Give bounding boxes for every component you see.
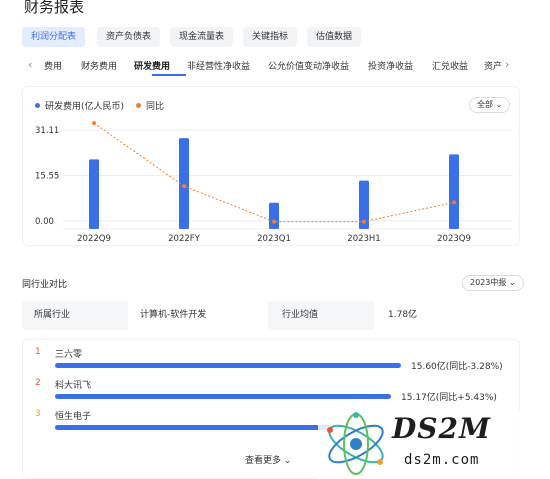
active-tab-indicator xyxy=(152,74,186,76)
yoy-point xyxy=(452,200,456,205)
yoy-point xyxy=(92,121,96,126)
report-period-label: 2023中报 xyxy=(470,278,507,287)
rd-expense-chart-card: 研发费用(亿人民币) 同比 全部 ⌄ 31.11 15.55 0.00 2022Q9 2… xyxy=(22,86,520,246)
company-name[interactable]: 恒生电子 xyxy=(55,409,91,422)
report-period-dropdown[interactable]: 2023中报 ⌄ xyxy=(462,275,524,291)
tab-fair-value-change[interactable]: 公允价值变动净收益 xyxy=(268,59,349,72)
chevron-down-icon: ⌄ xyxy=(508,278,516,287)
tab-cash-flow[interactable]: 现金流量表 xyxy=(170,27,234,47)
view-more-link[interactable]: 查看更多 ⌄ xyxy=(245,453,291,466)
watermark: DS2M ds2m.com xyxy=(318,410,550,479)
industry-comparison-title: 同行业对比 xyxy=(22,280,68,290)
industry-label: 所属行业 xyxy=(34,310,71,320)
tab-assets[interactable]: 资产 xyxy=(484,59,502,72)
tab-investment-income[interactable]: 投资净收益 xyxy=(368,59,413,72)
view-more-label: 查看更多 xyxy=(245,456,282,466)
ranking-bar xyxy=(55,394,391,399)
y-tick-label: 0.00 xyxy=(35,217,54,227)
company-name[interactable]: 科大讯飞 xyxy=(55,378,91,391)
company-name[interactable]: 三六零 xyxy=(55,347,82,360)
y-tick-label: 15.55 xyxy=(35,172,59,182)
bar xyxy=(449,154,459,229)
tab-rd-expense[interactable]: 研发费用 xyxy=(134,59,170,72)
ranking-value: 15.60亿(同比-3.28%) xyxy=(411,362,503,372)
page-title: 财务报表 xyxy=(24,0,85,16)
bar xyxy=(269,202,279,229)
watermark-url: ds2m.com xyxy=(404,452,480,468)
tab-income-distribution[interactable]: 利润分配表 xyxy=(22,27,86,47)
metric-tabs: ‹ 费用 财务费用 研发费用 非经营性净收益 公允价值变动净收益 投资净收益 汇… xyxy=(22,55,522,76)
ranking-value: 15.17亿(同比+5.43%) xyxy=(401,393,497,403)
x-tick-label: 2022Q9 xyxy=(77,234,111,244)
ranking-bar xyxy=(55,425,332,430)
yoy-point xyxy=(182,184,186,189)
avg-label: 行业均值 xyxy=(282,310,319,320)
yoy-point xyxy=(362,219,366,224)
avg-value: 1.78亿 xyxy=(388,310,418,320)
tab-non-operating-income[interactable]: 非经营性净收益 xyxy=(187,59,250,72)
ranking-bar xyxy=(55,363,401,368)
x-tick-label: 2022FY xyxy=(168,234,201,244)
y-tick-label: 31.11 xyxy=(35,126,59,136)
industry-info-row: 所属行业 计算机-软件开发 行业均值 1.78亿 xyxy=(22,301,520,330)
x-tick-label: 2023Q9 xyxy=(437,234,471,244)
tab-key-indicators[interactable]: 关键指标 xyxy=(243,27,298,47)
chevron-right-icon[interactable]: › xyxy=(505,58,509,71)
tab-valuation-data[interactable]: 估值数据 xyxy=(307,27,362,47)
rank-number: 3 xyxy=(35,409,41,419)
chevron-left-icon[interactable]: ‹ xyxy=(28,58,32,71)
rank-number: 1 xyxy=(35,347,41,357)
x-tick-label: 2023H1 xyxy=(347,234,380,244)
rank-number: 2 xyxy=(35,378,41,388)
chevron-down-icon: ⌄ xyxy=(283,456,292,466)
tab-financial-expense[interactable]: 财务费用 xyxy=(81,59,117,72)
rd-expense-chart: 31.11 15.55 0.00 2022Q9 2022FY 2023Q1 2023H1 20… xyxy=(35,121,513,244)
yoy-point xyxy=(272,219,276,224)
tab-expense[interactable]: 费用 xyxy=(44,59,62,72)
tab-exchange-gain[interactable]: 汇兑收益 xyxy=(432,59,468,72)
tab-balance-sheet[interactable]: 资产负债表 xyxy=(97,27,161,47)
atom-logo-icon xyxy=(327,412,384,475)
industry-value: 计算机-软件开发 xyxy=(140,310,207,320)
bar xyxy=(89,159,99,229)
watermark-logo-text: DS2M xyxy=(392,412,491,445)
x-tick-label: 2023Q1 xyxy=(257,234,291,244)
